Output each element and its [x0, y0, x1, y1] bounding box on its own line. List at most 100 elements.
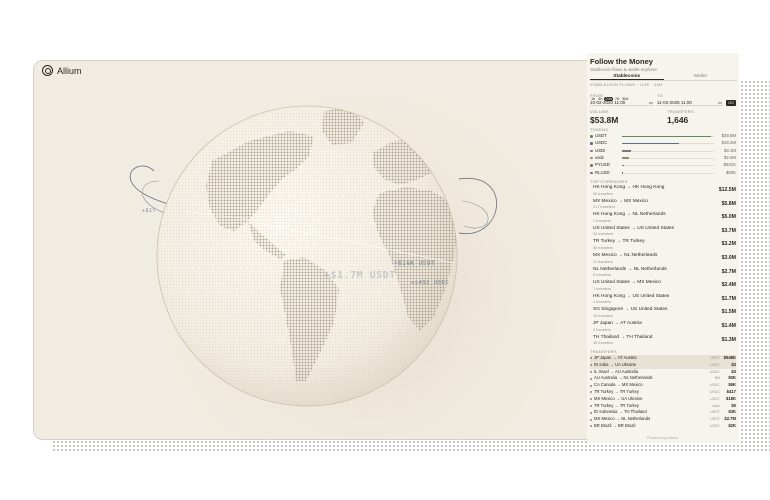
corridor-amount: $12.5M	[718, 187, 736, 193]
transfer-row[interactable]: IN India → UA Ukraine USDT $3	[590, 361, 736, 369]
corridor-route: HK Hong Kong → US United States	[593, 293, 670, 299]
dot-pattern-right	[736, 80, 770, 450]
corridor-row[interactable]: HK Hong Kong → HK Hong Kong 55 transfers $…	[590, 184, 736, 198]
flow-arc-right-2	[461, 200, 489, 229]
transfer-row[interactable]: IL Israel → AU Australia USDC $3	[590, 369, 736, 376]
tab-wallet[interactable]: Wallet	[664, 73, 738, 80]
corridor-row[interactable]: TH Thailand → TH Thailand 36 transfers $1.…	[590, 334, 736, 348]
token-value: $29.5M	[721, 133, 736, 138]
corridor-amount: $5.0M	[721, 214, 736, 221]
transfer-row[interactable]: MX Mexico → UA Ukraine USDT $18K	[590, 396, 736, 403]
status-dot-icon	[590, 398, 592, 401]
flow-label-usdt[interactable]: +$16K USDT	[394, 260, 435, 267]
corridor-row[interactable]: MX Mexico → MX Mexico 217 transfers $5.8M	[590, 198, 736, 212]
transfer-token: BM	[714, 376, 720, 381]
transfer-row[interactable]: BR Brazil → BR Brazil USDC $2K	[590, 423, 736, 430]
flow-label-left[interactable]: +$1T	[142, 208, 156, 214]
token-row[interactable]: USDT $29.5M	[590, 133, 736, 140]
token-name: USDC	[595, 140, 608, 146]
token-row[interactable]: PYUSD $521K	[590, 162, 736, 169]
transfer-token: USDT	[710, 417, 720, 422]
token-bar-track	[622, 165, 714, 167]
corridor-row[interactable]: HK Hong Kong → US United States 4 transfe…	[590, 293, 736, 307]
transfer-row[interactable]: TR Turkey → TR Turkey usdc $0	[590, 403, 736, 410]
tab-stablecoins[interactable]: Stablecoins	[590, 73, 664, 80]
token-name: USDI	[595, 147, 606, 153]
transfer-route: BR Brazil → BR Brazil	[594, 423, 636, 428]
transfer-token: USDT	[710, 410, 720, 415]
token-row[interactable]: USDI $3.1M	[590, 148, 736, 155]
panel-subtitle: Stablecoin flows & wallet explorer	[590, 67, 658, 72]
corridor-count: 7 transfers	[593, 286, 611, 291]
go-button[interactable]: GO	[726, 100, 736, 106]
status-dot-icon	[590, 391, 592, 394]
transfers-value: 1,646	[667, 115, 689, 125]
transfer-amount: $3	[731, 368, 736, 374]
token-value: $3.1M	[724, 147, 736, 153]
corridor-amount: $3.2M	[721, 241, 736, 248]
transfer-row[interactable]: CA Canada → MX Mexico USDC $6K	[590, 382, 736, 389]
corridor-count: 30 transfers	[593, 232, 614, 237]
transfers-label: TRANSFERS	[667, 109, 694, 114]
to-label: TO	[657, 93, 664, 98]
token-bar-fill	[622, 157, 630, 159]
transfer-route: JP Japan → AT Austria	[594, 355, 637, 360]
flow-arc-right	[458, 177, 497, 235]
token-value: $18.2M	[721, 140, 736, 146]
corridor-route: MX Mexico → NL Netherlands	[593, 253, 658, 258]
transfer-amount: $417	[726, 389, 736, 394]
transfer-row[interactable]: JP Japan → AT Austria USDT $548K	[590, 355, 736, 362]
corridor-row[interactable]: US United States → MX Mexico 7 transfers $…	[590, 279, 736, 293]
corridor-count: 11 transfers	[593, 259, 613, 264]
transfer-row[interactable]: MX Mexico → NL Netherlands USDT $2.7M	[590, 416, 736, 423]
corridor-count: 36 transfers	[593, 341, 614, 346]
transfer-token: USDC	[709, 383, 720, 388]
transfer-route: TR Turkey → TR Turkey	[594, 389, 640, 394]
token-name: USDT	[595, 133, 607, 138]
transfer-amount: $18K	[725, 395, 736, 401]
corridor-amount: $1.3M	[721, 336, 736, 343]
corridor-row[interactable]: MX Mexico → NL Netherlands 11 transfers $3…	[590, 252, 736, 266]
transfer-route: ID Indonesia → TH Thailand	[594, 409, 647, 415]
token-bar-fill	[622, 150, 632, 152]
flow-label-usdc[interactable]: +$412 USDC	[411, 280, 449, 286]
transfers-section-label: TRANSFERS	[590, 349, 617, 354]
transfer-row[interactable]: TR Turkey → TR Turkey USDC $417	[590, 389, 736, 396]
token-row[interactable]: RLUSD $50K	[590, 170, 736, 177]
corridor-amount: $3.0M	[721, 255, 736, 261]
to-date-field[interactable]: 11-02-2025 11:00 ▭	[657, 99, 723, 106]
corridor-route: MX Mexico → MX Mexico	[593, 198, 648, 204]
corridor-row[interactable]: TR Turkey → TR Turkey 50 transfers $3.2M	[590, 238, 736, 252]
corridor-route: TH Thailand → TH Thailand	[593, 334, 653, 340]
transfer-token: USDT	[710, 362, 720, 367]
from-date-field[interactable]: 10-02-2020 11:00 ▭	[590, 99, 654, 106]
corridor-row[interactable]: US United States → US United States 30 tr…	[590, 225, 736, 239]
corridor-row[interactable]: HK Hong Kong → NL Netherlands 1 transfers…	[590, 211, 736, 225]
token-row[interactable]: usdc $2.6M	[590, 155, 736, 162]
transfer-amount: $3K	[728, 409, 736, 415]
landmass-arabia	[450, 189, 457, 219]
volume-label: VOLUME	[590, 109, 609, 114]
token-name: PYUSD	[595, 162, 610, 168]
token-value: $2.6M	[724, 154, 736, 160]
token-row[interactable]: USDC $18.2M	[590, 140, 736, 147]
transfer-route: CA Canada → MX Mexico	[594, 382, 643, 388]
transfer-route: MX Mexico → UA Ukraine	[594, 395, 643, 401]
status-dot-icon	[590, 377, 592, 380]
transfer-token: USDC	[709, 390, 720, 394]
corridor-row[interactable]: JP Japan → AT Austria 2 transfers $1.4M	[590, 320, 736, 334]
transfer-route: IN India → UA Ukraine	[594, 361, 637, 367]
transfer-row[interactable]: AU Australia → NL Netherlands BM $0K	[590, 375, 736, 382]
transfer-amount: $6K	[728, 382, 736, 388]
token-color-swatch	[590, 164, 593, 167]
flow-label-center[interactable]: +$1.7M USDT	[324, 270, 396, 281]
token-bar-fill	[622, 172, 623, 174]
corridor-row[interactable]: NL Netherlands → NL Netherlands 5 transfe…	[590, 266, 736, 280]
corridor-row[interactable]: SG Singapore → US United States 16 transf…	[590, 306, 736, 320]
transfer-amount: $0	[731, 402, 736, 408]
token-color-swatch	[590, 142, 593, 145]
status-dot-icon	[590, 411, 592, 414]
status-dot-icon	[590, 370, 592, 373]
transfer-row[interactable]: ID Indonesia → TH Thailand USDT $3K	[590, 409, 736, 416]
transfer-amount: $2K	[728, 423, 736, 428]
